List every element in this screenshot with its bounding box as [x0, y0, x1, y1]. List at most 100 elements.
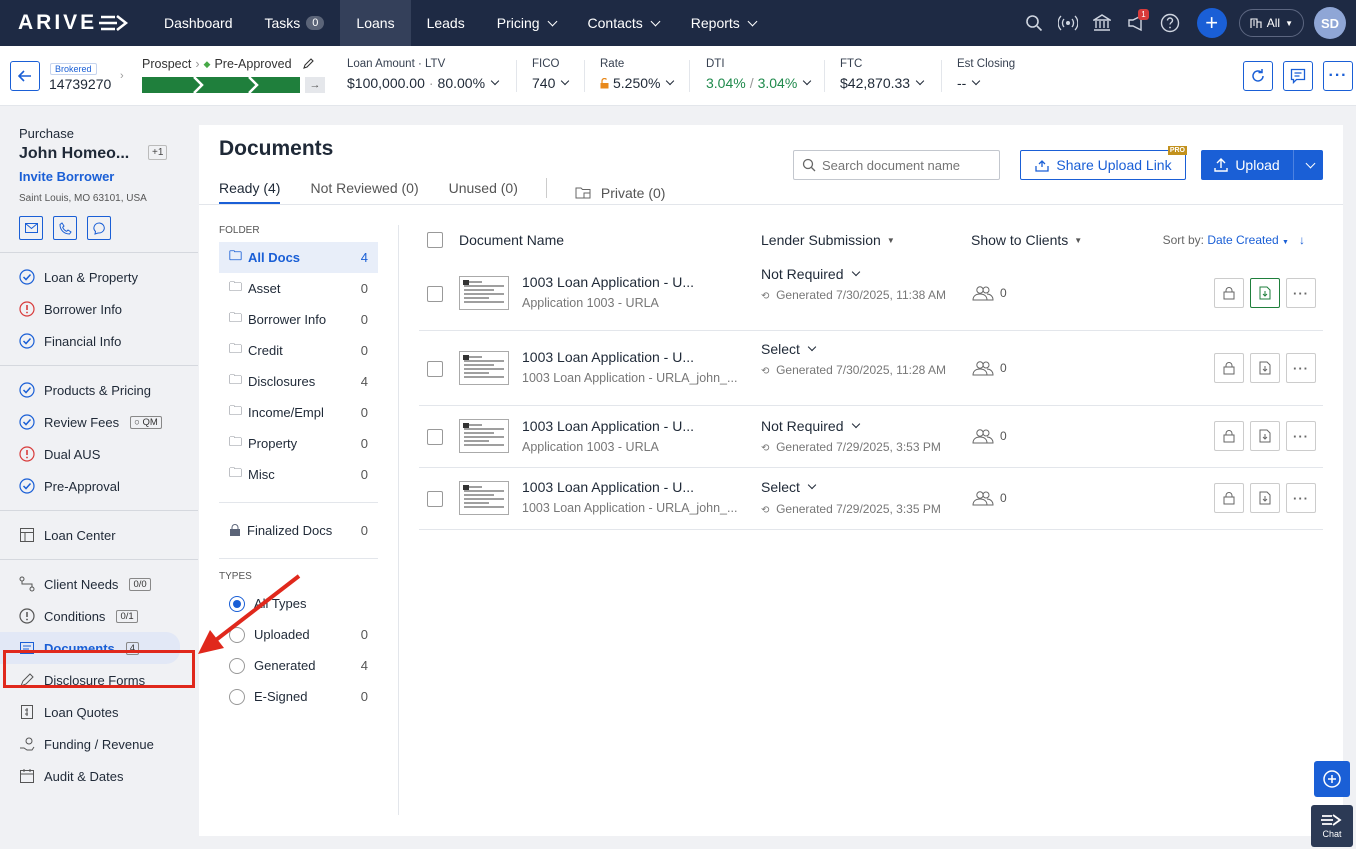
tab-ready[interactable]: Ready (4): [219, 180, 281, 205]
column-document-name[interactable]: Document Name: [459, 232, 564, 248]
sidebar-item-funding-revenue[interactable]: Funding / Revenue: [0, 728, 198, 760]
sidebar-item-financial-info[interactable]: Financial Info: [0, 325, 198, 357]
radio[interactable]: [229, 626, 245, 643]
folder-misc[interactable]: 🗀 Misc 0: [219, 459, 378, 490]
more-actions-button[interactable]: ···: [1286, 483, 1316, 513]
edit-pencil-icon[interactable]: [302, 58, 314, 70]
row-checkbox[interactable]: [427, 491, 443, 507]
table-row[interactable]: 1003 Loan Application - U... Application…: [419, 406, 1323, 468]
nav-dashboard[interactable]: Dashboard: [148, 0, 249, 46]
row-checkbox[interactable]: [427, 361, 443, 377]
arive-logo[interactable]: ARIVE: [0, 11, 148, 35]
column-show-to-clients[interactable]: Show to Clients ▼: [971, 232, 1082, 248]
announcement-icon[interactable]: 1: [1119, 6, 1153, 40]
radio-selected[interactable]: [229, 595, 245, 612]
search-icon[interactable]: [1017, 6, 1051, 40]
sidebar-item-review-fees[interactable]: Review Fees ○ QM: [0, 406, 198, 438]
nav-loans[interactable]: Loans: [340, 0, 411, 46]
nav-leads[interactable]: Leads: [411, 0, 481, 46]
show-to-clients[interactable]: 0: [972, 490, 1007, 506]
table-row[interactable]: 1003 Loan Application - U... 1003 Loan A…: [419, 468, 1323, 530]
broadcast-icon[interactable]: [1051, 6, 1085, 40]
download-button[interactable]: [1250, 353, 1280, 383]
document-thumbnail[interactable]: [459, 351, 509, 385]
download-button[interactable]: [1250, 421, 1280, 451]
messages-button[interactable]: [1283, 61, 1313, 91]
row-checkbox[interactable]: [427, 429, 443, 445]
show-to-clients[interactable]: 0: [972, 360, 1007, 376]
invite-borrower-link[interactable]: Invite Borrower: [19, 169, 198, 184]
document-name[interactable]: 1003 Loan Application - U...: [522, 349, 694, 365]
next-stage-arrow-icon[interactable]: →: [305, 77, 325, 93]
chat-button[interactable]: Chat: [1311, 805, 1353, 847]
sidebar-item-pre-approval[interactable]: Pre-Approval: [0, 470, 198, 502]
sidebar-item-loan-quotes[interactable]: Loan Quotes: [0, 696, 198, 728]
document-thumbnail[interactable]: [459, 481, 509, 515]
phone-icon[interactable]: [53, 216, 77, 240]
folder-disclosures[interactable]: 🗀 Disclosures 4: [219, 366, 378, 397]
sidebar-item-loan-center[interactable]: Loan Center: [0, 519, 198, 551]
nav-reports[interactable]: Reports: [675, 0, 772, 46]
add-floating-button[interactable]: [1314, 761, 1350, 797]
type-uploaded[interactable]: Uploaded 0: [219, 619, 378, 650]
nav-contacts[interactable]: Contacts: [572, 0, 675, 46]
back-button[interactable]: [10, 61, 40, 91]
document-thumbnail[interactable]: [459, 419, 509, 453]
folder-all-docs[interactable]: 🗀 All Docs 4: [219, 242, 378, 273]
type-generated[interactable]: Generated 4: [219, 650, 378, 681]
loan-stage[interactable]: Prospect › ◆ Pre-Approved: [142, 57, 314, 71]
lock-button[interactable]: [1214, 278, 1244, 308]
more-actions-button[interactable]: ···: [1286, 353, 1316, 383]
type-e-signed[interactable]: E-Signed 0: [219, 681, 378, 712]
sidebar-item-audit-dates[interactable]: Audit & Dates: [0, 760, 198, 792]
table-row[interactable]: 1003 Loan Application - U... Application…: [419, 256, 1323, 331]
company-filter-select[interactable]: All ▼: [1238, 9, 1304, 37]
user-avatar[interactable]: SD: [1314, 7, 1346, 39]
lock-button[interactable]: [1214, 353, 1244, 383]
more-options-button[interactable]: ···: [1323, 61, 1353, 91]
folder-income-empl[interactable]: 🗀 Income/Empl 0: [219, 397, 378, 428]
sort-direction-icon[interactable]: ↓: [1299, 233, 1305, 247]
document-name[interactable]: 1003 Loan Application - U...: [522, 274, 694, 290]
column-lender-submission[interactable]: Lender Submission ▼: [761, 232, 895, 248]
nav-pricing[interactable]: Pricing: [481, 0, 572, 46]
document-name[interactable]: 1003 Loan Application - U...: [522, 479, 694, 495]
document-name[interactable]: 1003 Loan Application - U...: [522, 418, 694, 434]
document-search[interactable]: [793, 150, 1000, 180]
borrower-name[interactable]: John Homeo...: [19, 145, 198, 163]
row-checkbox[interactable]: [427, 286, 443, 302]
download-button[interactable]: [1250, 483, 1280, 513]
metric-est-closing[interactable]: Est Closing --: [957, 58, 1015, 91]
folder-finalized-docs[interactable]: Finalized Docs 0: [219, 515, 378, 546]
sidebar-item-conditions[interactable]: Conditions 0/1: [0, 600, 198, 632]
select-all-checkbox[interactable]: [427, 232, 443, 248]
sidebar-item-borrower-info[interactable]: Borrower Info: [0, 293, 198, 325]
radio[interactable]: [229, 688, 245, 705]
tab-unused[interactable]: Unused (0): [449, 180, 518, 205]
download-button[interactable]: [1250, 278, 1280, 308]
more-actions-button[interactable]: ···: [1286, 421, 1316, 451]
sidebar-item-dual-aus[interactable]: Dual AUS: [0, 438, 198, 470]
show-to-clients[interactable]: 0: [972, 428, 1007, 444]
sidebar-item-loan-property[interactable]: Loan & Property: [0, 261, 198, 293]
folder-property[interactable]: 🗀 Property 0: [219, 428, 378, 459]
help-icon[interactable]: [1153, 6, 1187, 40]
nav-tasks[interactable]: Tasks 0: [249, 0, 341, 46]
refresh-button[interactable]: [1243, 61, 1273, 91]
lender-submission-select[interactable]: Not Required: [761, 266, 860, 282]
folder-borrower-info[interactable]: 🗀 Borrower Info 0: [219, 304, 378, 335]
table-row[interactable]: 1003 Loan Application - U... 1003 Loan A…: [419, 331, 1323, 406]
metric-rate[interactable]: Rate 5.250%: [600, 58, 675, 91]
folder-credit[interactable]: 🗀 Credit 0: [219, 335, 378, 366]
metric-fico[interactable]: FICO 740: [532, 58, 570, 91]
tab-private[interactable]: Private (0): [575, 180, 665, 205]
additional-borrowers-badge[interactable]: +1: [148, 145, 168, 160]
show-to-clients[interactable]: 0: [972, 285, 1007, 301]
lender-submission-select[interactable]: Not Required: [761, 418, 860, 434]
bank-icon[interactable]: [1085, 6, 1119, 40]
sort-control[interactable]: Sort by: Date Created ▼ ↓: [1163, 233, 1305, 247]
search-input[interactable]: [822, 157, 992, 173]
share-upload-link-button[interactable]: Share Upload Link PRO: [1020, 146, 1187, 180]
sidebar-item-client-needs[interactable]: Client Needs 0/0: [0, 568, 198, 600]
metric-dti[interactable]: DTI 3.04%/3.04%: [706, 58, 812, 91]
